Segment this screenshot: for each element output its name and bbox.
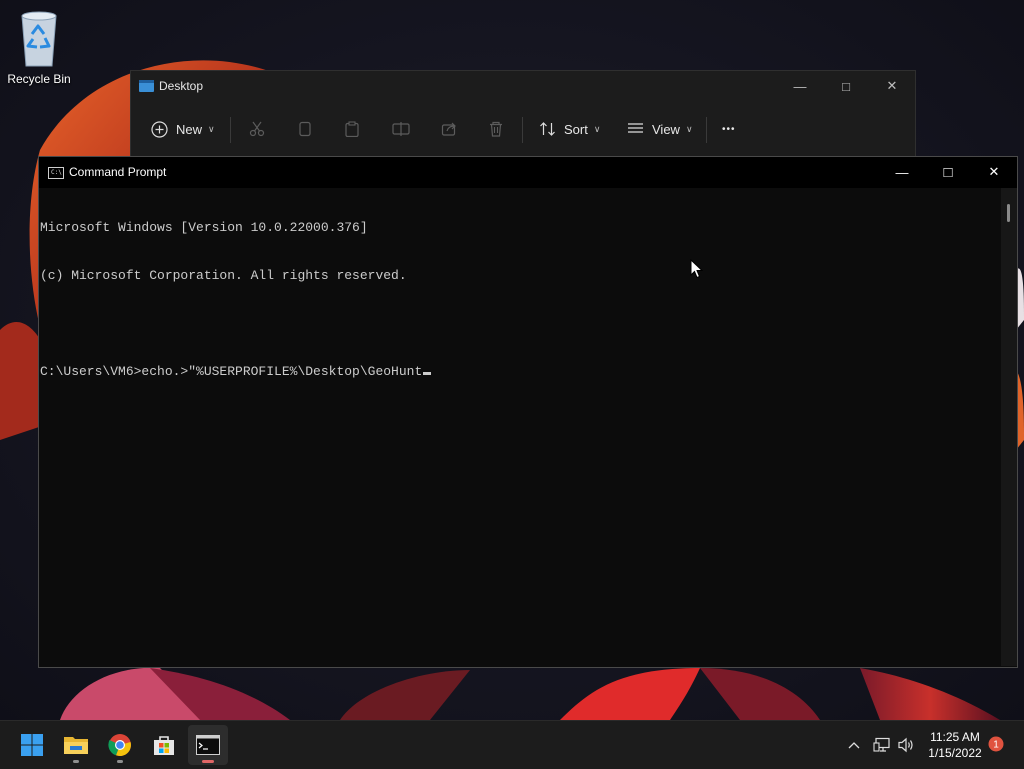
notification-count: 1 <box>993 740 999 751</box>
speaker-icon <box>898 737 913 753</box>
sort-label: Sort <box>564 121 588 137</box>
running-indicator <box>73 760 79 763</box>
file-explorer-taskbar-button[interactable] <box>56 725 96 765</box>
network-button[interactable] <box>870 721 894 769</box>
file-explorer-icon <box>64 737 88 754</box>
microsoft-store-icon <box>154 736 174 755</box>
view-button[interactable]: View ∨ <box>627 109 693 149</box>
paste-icon <box>345 121 359 137</box>
cut-button[interactable] <box>249 109 265 149</box>
chevron-down-icon: ∨ <box>593 123 601 134</box>
explorer-minimize-button[interactable]: — <box>777 71 823 101</box>
command-prompt-window[interactable]: C:\ Command Prompt — □ ✕ Microsoft Windo… <box>38 156 1018 668</box>
cmd-maximize-button[interactable]: □ <box>925 157 971 187</box>
clock-time: 11:25 AM <box>930 730 980 744</box>
explorer-close-button[interactable]: ✕ <box>869 71 915 101</box>
microsoft-store-taskbar-button[interactable] <box>144 725 184 765</box>
chevron-up-icon <box>848 742 860 749</box>
trash-icon <box>490 121 502 137</box>
cmd-title: Command Prompt <box>69 165 167 179</box>
console-scrollbar[interactable] <box>1001 188 1017 666</box>
toolbar-divider <box>522 117 523 143</box>
recycle-bin-shortcut[interactable]: Recycle Bin <box>4 8 74 86</box>
folder-window-icon <box>139 80 154 92</box>
recycle-bin-icon <box>14 8 64 68</box>
command-prompt-window-icon: C:\ <box>48 167 64 179</box>
share-icon <box>441 122 456 136</box>
network-icon <box>873 737 890 752</box>
delete-button[interactable] <box>488 109 504 149</box>
rename-button[interactable] <box>392 109 410 149</box>
chrome-icon <box>108 734 131 757</box>
chevron-down-icon: ∨ <box>685 123 693 134</box>
more-options-button[interactable]: ••• <box>722 109 736 149</box>
explorer-maximize-button[interactable]: □ <box>823 71 869 101</box>
sort-button[interactable]: Sort ∨ <box>539 109 600 149</box>
taskbar-clock[interactable]: 11:25 AM 1/15/2022 <box>920 729 990 761</box>
rename-icon <box>392 122 410 136</box>
share-button[interactable] <box>441 109 457 149</box>
taskbar: 11:25 AM 1/15/2022 <box>0 720 1024 769</box>
recycle-bin-label: Recycle Bin <box>7 72 71 86</box>
toolbar-divider <box>230 117 231 143</box>
toolbar-divider <box>706 117 707 143</box>
start-icon <box>21 734 43 756</box>
new-button[interactable]: New ∨ <box>151 109 215 149</box>
command-prompt-icon <box>196 735 220 755</box>
cmd-minimize-button[interactable]: — <box>879 157 925 187</box>
console-command-text: C:\Users\VM6>echo.>"%USERPROFILE%\Deskto… <box>40 364 423 379</box>
explorer-title: Desktop <box>159 79 204 93</box>
console-line: (c) Microsoft Corporation. All rights re… <box>40 268 407 283</box>
start-button[interactable] <box>12 725 52 765</box>
cmd-titlebar[interactable]: C:\ Command Prompt — □ ✕ <box>39 157 1017 188</box>
new-label: New <box>176 121 203 137</box>
scissors-icon <box>249 121 265 137</box>
console-line: Microsoft Windows [Version 10.0.22000.37… <box>40 220 368 235</box>
volume-button[interactable] <box>894 721 918 769</box>
view-list-icon <box>628 123 643 133</box>
chevron-down-icon: ∨ <box>208 123 215 134</box>
chrome-taskbar-button[interactable] <box>100 725 140 765</box>
cmd-icon-text: C:\ <box>51 169 62 176</box>
explorer-titlebar[interactable]: Desktop — □ ✕ <box>131 71 915 103</box>
file-explorer-window[interactable]: Desktop — □ ✕ New ∨ Sort ∨ View ∨ ••• <box>130 70 916 168</box>
command-prompt-taskbar-button[interactable] <box>188 725 228 765</box>
cmd-close-button[interactable]: ✕ <box>971 157 1017 187</box>
mouse-pointer-icon <box>690 259 704 279</box>
copy-icon <box>299 121 311 137</box>
clock-date: 1/15/2022 <box>928 746 982 760</box>
running-indicator <box>117 760 123 763</box>
view-label: View <box>652 121 680 137</box>
explorer-command-bar: New ∨ Sort ∨ View ∨ ••• <box>131 109 915 149</box>
scrollbar-thumb[interactable] <box>1007 204 1010 222</box>
notification-badge[interactable]: 1 <box>988 736 1004 752</box>
active-indicator <box>202 760 214 763</box>
plus-circle-icon <box>151 120 168 138</box>
copy-button[interactable] <box>297 109 313 149</box>
console-output[interactable]: Microsoft Windows [Version 10.0.22000.37… <box>40 188 1000 666</box>
show-hidden-icons-button[interactable] <box>842 721 866 769</box>
sort-icon <box>540 122 555 136</box>
console-input-line[interactable]: C:\Users\VM6>echo.>"%USERPROFILE%\Deskto… <box>40 364 1000 380</box>
paste-button[interactable] <box>344 109 360 149</box>
text-cursor <box>423 372 432 375</box>
